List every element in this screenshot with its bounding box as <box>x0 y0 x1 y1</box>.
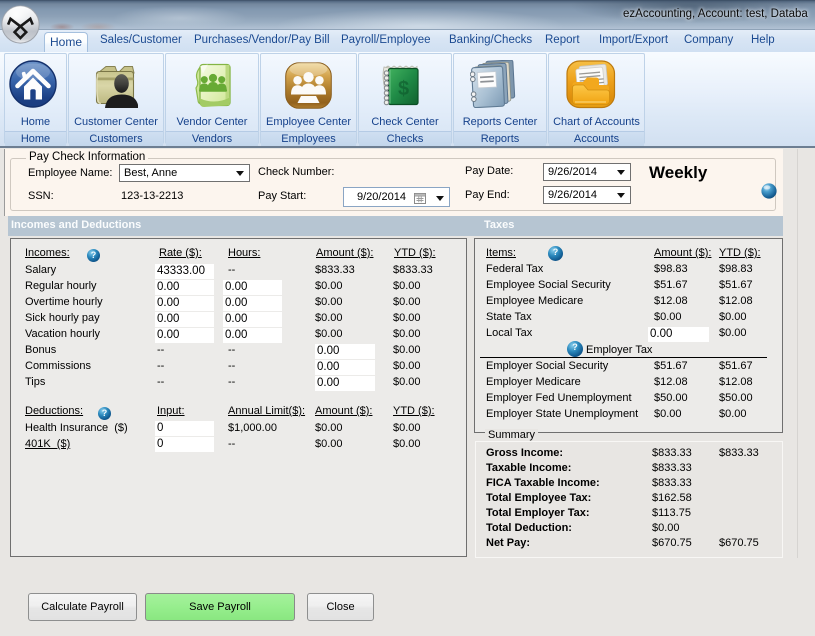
svg-text:$: $ <box>398 78 409 100</box>
